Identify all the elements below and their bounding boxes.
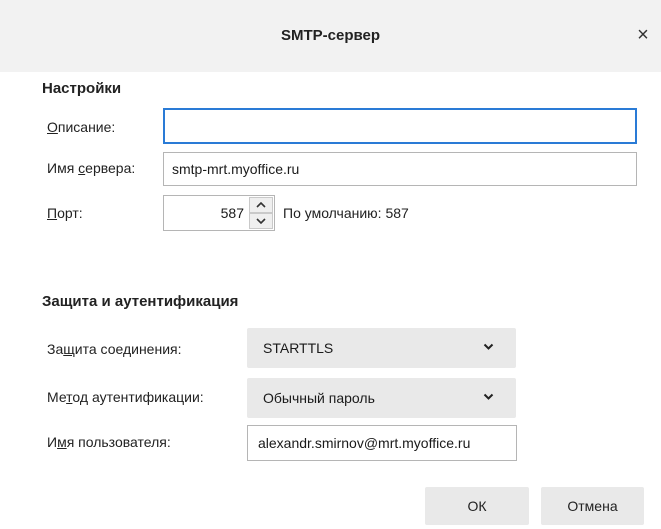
port-label: Порт: [47, 205, 83, 221]
description-input[interactable] [163, 108, 637, 144]
dialog-title: SMTP-сервер [280, 27, 381, 44]
default-port-text: По умолчанию: 587 [283, 205, 409, 221]
settings-section-title: Настройки [42, 80, 122, 97]
auth-method-label: Метод аутентификации: [47, 389, 204, 405]
auth-method-select[interactable]: Обычный пароль [247, 378, 516, 418]
port-stepper-buttons [249, 197, 273, 229]
security-section-title: Защита и аутентификация [42, 293, 239, 310]
dialog-titlebar: SMTP-сервер × [0, 0, 661, 72]
close-icon[interactable]: × [631, 23, 655, 47]
username-label: Имя пользователя: [47, 434, 171, 450]
server-name-input[interactable] [163, 152, 637, 186]
server-name-label: Имя сервера: [47, 160, 136, 176]
description-label: Описание: [47, 119, 116, 135]
cancel-button[interactable]: Отмена [541, 487, 644, 525]
username-input[interactable] [247, 425, 517, 461]
chevron-down-icon [483, 343, 494, 350]
chevron-down-icon [483, 393, 494, 400]
auth-method-value: Обычный пароль [263, 390, 375, 406]
connection-security-select[interactable]: STARTTLS [247, 328, 516, 368]
port-value[interactable]: 587 [221, 196, 244, 230]
port-stepper[interactable]: 587 [163, 195, 275, 231]
connection-security-value: STARTTLS [263, 340, 334, 356]
chevron-up-icon[interactable] [249, 197, 273, 213]
connection-security-label: Защита соединения: [47, 341, 182, 357]
chevron-down-icon[interactable] [249, 213, 273, 229]
ok-button[interactable]: ОК [425, 487, 529, 525]
